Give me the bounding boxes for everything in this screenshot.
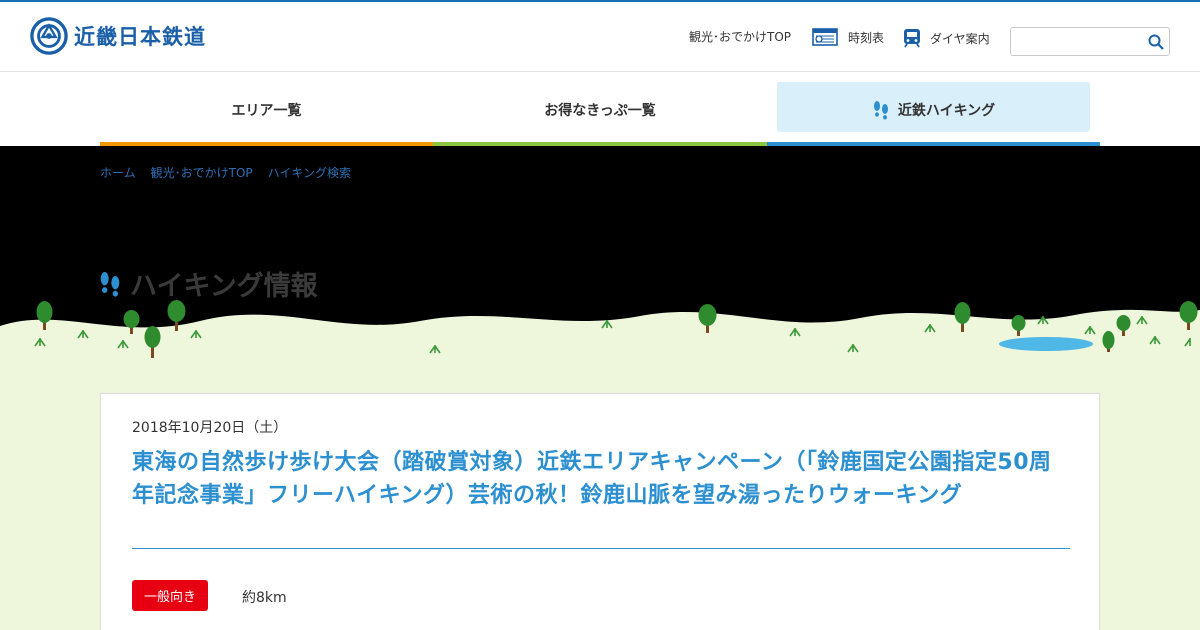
tab-kintetsu-hiking-label: 近鉄ハイキング	[897, 102, 996, 119]
event-distance: 約8km	[242, 590, 287, 606]
train-icon	[904, 29, 920, 48]
breadcrumb-sightseeing-top[interactable]: 観光･おでかけTOP	[151, 164, 253, 181]
search-icon[interactable]	[1148, 34, 1164, 50]
page-title: ハイキング情報	[98, 264, 318, 303]
tab-kintetsu-hiking[interactable]: 近鉄ハイキング	[767, 73, 1100, 146]
level-badge: 一般向き	[132, 580, 208, 611]
tab-discount-tickets-label: お得なきっぷ一覧	[544, 102, 656, 119]
main-nav: エリア一覧 お得なきっぷ一覧 近鉄ハイキング	[100, 73, 1100, 146]
site-header: 近畿日本鉄道 観光･おでかけTOP 時刻表 ダイヤ案内	[0, 2, 1200, 72]
site-logo[interactable]: 近畿日本鉄道	[30, 17, 206, 55]
sightseeing-top-link[interactable]: 観光･おでかけTOP	[689, 28, 791, 45]
timetable-link[interactable]: 時刻表	[812, 28, 884, 46]
dia-guide-label: ダイヤ案内	[930, 31, 990, 46]
dia-guide-link[interactable]: ダイヤ案内	[903, 28, 990, 48]
footprints-icon	[873, 100, 888, 119]
tab-area-list-label: エリア一覧	[231, 102, 302, 119]
footprints-icon	[100, 271, 120, 297]
event-date: 2018年10月20日（土）	[132, 420, 288, 436]
breadcrumb: ホーム 観光･おでかけTOP ハイキング検索	[100, 164, 366, 181]
title-divider	[132, 548, 1070, 549]
timetable-icon	[812, 28, 838, 46]
timetable-label: 時刻表	[848, 30, 885, 45]
breadcrumb-hiking-search[interactable]: ハイキング検索	[268, 164, 351, 181]
tab-discount-tickets[interactable]: お得なきっぷ一覧	[433, 73, 767, 146]
page-title-text: ハイキング情報	[130, 271, 318, 302]
breadcrumb-home[interactable]: ホーム	[100, 164, 136, 181]
site-search	[1010, 27, 1170, 56]
search-input[interactable]	[1011, 28, 1141, 55]
logo-text: 近畿日本鉄道	[74, 25, 206, 49]
event-card: 2018年10月20日（土） 東海の自然歩け歩け大会（踏破賞対象）近鉄エリアキャ…	[100, 393, 1100, 630]
kintetsu-logo-icon	[30, 17, 68, 55]
event-title: 東海の自然歩け歩け大会（踏破賞対象）近鉄エリアキャンペーン（「鈴鹿国定公園指定5…	[132, 450, 1052, 508]
tab-area-list[interactable]: エリア一覧	[100, 73, 433, 146]
